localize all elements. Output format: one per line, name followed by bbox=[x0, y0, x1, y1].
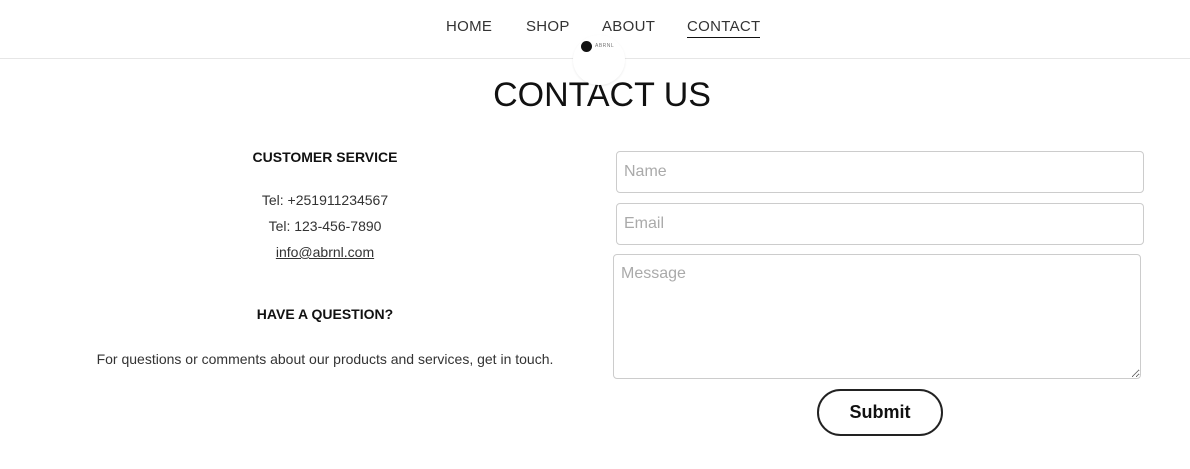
submit-button[interactable]: Submit bbox=[817, 389, 943, 436]
email-link[interactable]: info@abrnl.com bbox=[276, 244, 374, 260]
nav-home[interactable]: HOME bbox=[446, 18, 492, 35]
name-input[interactable] bbox=[616, 151, 1144, 193]
question-heading: HAVE A QUESTION? bbox=[256, 306, 394, 322]
question-text: For questions or comments about our prod… bbox=[96, 351, 554, 367]
nav-shop[interactable]: SHOP bbox=[526, 18, 570, 35]
phone-2: Tel: 123-456-7890 bbox=[268, 218, 382, 234]
logo-text: ABRNL bbox=[595, 43, 615, 49]
email-input[interactable] bbox=[616, 203, 1144, 245]
logo-mark-icon bbox=[581, 41, 592, 52]
logo[interactable]: ABRNL bbox=[573, 35, 625, 85]
nav-about[interactable]: ABOUT bbox=[602, 18, 655, 35]
message-textarea[interactable] bbox=[613, 254, 1141, 379]
phone-1: Tel: +251911234567 bbox=[261, 192, 389, 208]
nav-contact[interactable]: CONTACT bbox=[687, 18, 761, 38]
customer-service-heading: CUSTOMER SERVICE bbox=[252, 149, 398, 165]
